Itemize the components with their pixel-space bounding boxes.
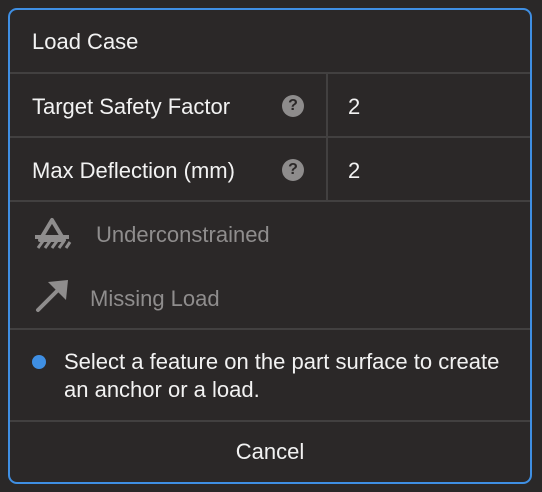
question-circle-icon[interactable]: ? [282,159,304,181]
panel-title: Load Case [32,29,139,54]
info-dot-icon [32,355,46,369]
status-list: Underconstrained Missing Load [10,202,530,330]
target-safety-factor-row: Target Safety Factor ? 2 [10,74,530,138]
status-underconstrained-label: Underconstrained [96,222,270,247]
load-case-panel: Load Case Target Safety Factor ? 2 Max D… [8,8,532,484]
status-underconstrained: Underconstrained [10,202,530,266]
max-deflection-row: Max Deflection (mm) ? 2 [10,138,530,202]
question-circle-icon[interactable]: ? [282,95,304,117]
cancel-button[interactable]: Cancel [10,422,530,482]
cancel-button-label: Cancel [235,439,305,464]
target-safety-factor-label: Target Safety Factor [32,94,231,119]
field-divider [326,74,328,136]
anchor-constraint-icon [35,218,72,249]
field-divider [326,138,328,200]
max-deflection-value[interactable]: 2 [348,158,360,184]
info-message-text: Select a feature on the part surface to … [64,349,500,402]
max-deflection-label: Max Deflection (mm) [32,158,235,183]
load-arrow-icon [36,280,68,312]
status-missing-load-label: Missing Load [90,286,220,311]
status-missing-load: Missing Load [10,266,530,330]
info-message: Select a feature on the part surface to … [10,330,530,422]
panel-header: Load Case [10,10,530,74]
target-safety-factor-value[interactable]: 2 [348,94,360,120]
